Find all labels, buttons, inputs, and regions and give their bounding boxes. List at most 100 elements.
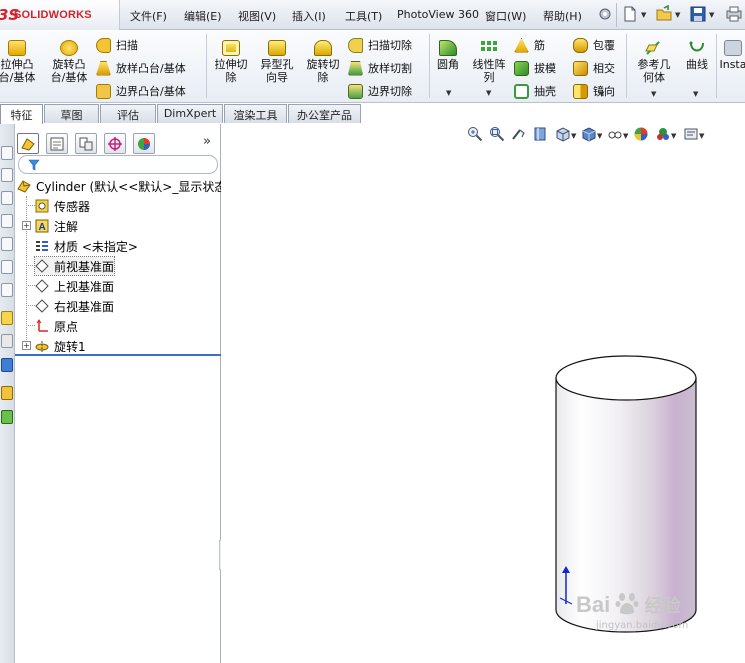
refgeom-dropdown-caret[interactable]: ▼ (651, 90, 656, 98)
extruded-cut-button[interactable]: 拉伸切 除 (210, 40, 252, 84)
reference-geometry-button[interactable]: 参考几 何体 (632, 40, 676, 84)
tree-item-origin[interactable]: 原点 (35, 317, 78, 335)
tree-item-top-plane[interactable]: 上视基准面 (35, 277, 114, 295)
tab-office-products[interactable]: 办公室产品 (288, 104, 361, 123)
configurationmanager-tab[interactable] (75, 133, 97, 154)
menu-edit[interactable]: 编辑(E) (184, 8, 222, 24)
view-iso-icon[interactable] (1, 283, 13, 297)
boundary-cut-button[interactable]: 边界切除 (348, 81, 412, 101)
fillet-button[interactable]: 圆角 (432, 40, 464, 71)
tree-item-sensors[interactable]: 传感器 (35, 197, 90, 215)
features-dropdown-caret[interactable]: ▼ (599, 90, 604, 98)
print-icon[interactable] (726, 5, 742, 23)
intersect-button[interactable]: 相交 (573, 58, 615, 78)
menu-tools[interactable]: 工具(T) (345, 8, 382, 24)
reference-geometry-icon (645, 41, 660, 55)
revolved-boss-button[interactable]: 旋转凸 台/基体 (44, 40, 94, 84)
new-dropdown-caret[interactable]: ▼ (641, 11, 646, 19)
view-orientation-icon[interactable] (555, 126, 571, 142)
extruded-boss-button[interactable]: 拉伸凸 台/基体 (0, 40, 40, 84)
expand-revolve-toggle[interactable]: + (22, 341, 31, 350)
rib-button[interactable]: 筋 (514, 35, 545, 55)
curves-dropdown-caret[interactable]: ▼ (693, 90, 698, 98)
smart-dimension-icon[interactable] (1, 334, 13, 348)
boundary-boss-button[interactable]: 边界凸台/基体 (96, 81, 186, 101)
new-document-icon[interactable] (622, 5, 638, 23)
pin-icon[interactable] (597, 5, 613, 23)
shell-icon (514, 83, 529, 99)
hide-show-caret[interactable]: ▼ (623, 132, 628, 140)
view-bottom-icon[interactable] (1, 260, 13, 274)
loft-boss-button[interactable]: 放样凸台/基体 (96, 58, 186, 78)
edit-appearance-icon[interactable] (633, 126, 649, 142)
expand-annotations-toggle[interactable]: + (22, 221, 31, 230)
tab-sketch[interactable]: 草图 (44, 104, 99, 123)
dimxpert-manager-tab[interactable] (104, 133, 126, 154)
mirror-button[interactable]: 镜向 (573, 81, 615, 101)
watermark-url: jingyan.baidu.com (596, 620, 689, 631)
apply-scene-caret[interactable]: ▼ (671, 132, 676, 140)
tab-features[interactable]: 特征 (0, 104, 43, 125)
swept-cut-button[interactable]: 扫描切除 (348, 35, 412, 55)
instant3d-button[interactable]: Insta (718, 40, 745, 71)
display-style-caret[interactable]: ▼ (597, 132, 602, 140)
view-back-icon[interactable] (1, 237, 13, 251)
tree-filter-input[interactable] (18, 155, 218, 174)
design-library-icon[interactable] (1, 410, 13, 424)
shell-button[interactable]: 抽壳 (514, 81, 556, 101)
menu-file[interactable]: 文件(F) (130, 8, 167, 24)
zoom-to-area-icon[interactable] (489, 126, 505, 142)
menu-photoview[interactable]: PhotoView 360 (397, 8, 479, 21)
tab-evaluate[interactable]: 评估 (100, 104, 156, 123)
linear-pattern-button[interactable]: 线性阵 列 (467, 40, 511, 84)
draft-button[interactable]: 拔模 (514, 58, 556, 78)
library-icon[interactable] (1, 386, 13, 400)
tab-dimxpert[interactable]: DimXpert (157, 104, 223, 123)
view-settings-caret[interactable]: ▼ (699, 132, 704, 140)
tree-item-revolve1[interactable]: 旋转1 (35, 337, 86, 355)
sketch-tool-icon[interactable] (1, 311, 13, 325)
view-front-icon[interactable] (1, 168, 13, 182)
open-folder-icon[interactable] (656, 5, 672, 23)
display-style-icon[interactable] (581, 126, 597, 142)
open-dropdown-caret[interactable]: ▼ (675, 11, 680, 19)
view-right-icon[interactable] (1, 214, 13, 228)
menu-view[interactable]: 视图(V) (238, 8, 276, 24)
graphics-area[interactable]: ▼ ▼ ▼ ▼ ▼ Bai 经验 jingyan.baidu.com (221, 124, 745, 663)
pattern-dropdown-caret[interactable]: ▼ (486, 89, 491, 97)
tree-item-material[interactable]: 材质 <未指定> (35, 237, 138, 255)
featuremanager-tab[interactable] (17, 133, 39, 154)
zoom-to-fit-icon[interactable] (467, 126, 483, 142)
hide-show-items-icon[interactable] (607, 126, 623, 142)
wrap-button[interactable]: 包覆 (573, 35, 615, 55)
menu-insert[interactable]: 插入(I) (292, 8, 326, 24)
fillet-dropdown-caret[interactable]: ▼ (446, 89, 451, 97)
sweep-button[interactable]: 扫描 (96, 35, 138, 55)
apply-scene-icon[interactable] (655, 126, 671, 142)
tree-item-right-plane[interactable]: 右视基准面 (35, 297, 114, 315)
revolved-boss-icon (60, 40, 78, 56)
tree-item-front-plane[interactable]: 前视基准面 (33, 256, 116, 276)
save-dropdown-caret[interactable]: ▼ (709, 11, 714, 19)
display-manager-tab[interactable] (133, 133, 155, 154)
curves-button[interactable]: 曲线 (680, 40, 714, 71)
solidworks-logo[interactable]: 3S SOLIDWORKS (0, 0, 120, 30)
save-icon[interactable] (690, 5, 706, 23)
lofted-cut-button[interactable]: 放样切割 (348, 58, 412, 78)
view-settings-icon[interactable] (683, 126, 699, 142)
more-tabs-chevron[interactable]: » (203, 134, 211, 149)
view-orientation-caret[interactable]: ▼ (571, 132, 576, 140)
hole-wizard-button[interactable]: 异型孔 向导 (255, 40, 299, 84)
view-top-icon[interactable] (1, 191, 13, 205)
tab-render-tools[interactable]: 渲染工具 (224, 104, 287, 123)
view-orientation-icon[interactable] (1, 146, 13, 160)
section-view-icon[interactable] (533, 126, 549, 142)
menu-window[interactable]: 窗口(W) (485, 8, 526, 24)
revolved-cut-button[interactable]: 旋转切 除 (302, 40, 344, 84)
menu-help[interactable]: 帮助(H) (543, 8, 582, 24)
previous-view-icon[interactable] (511, 126, 527, 142)
tree-root-part[interactable]: Cylinder (默认<<默认>_显示状态 (17, 177, 226, 195)
propertymanager-tab[interactable] (46, 133, 68, 154)
relations-icon[interactable] (1, 358, 13, 372)
tree-item-annotations[interactable]: A 注解 (35, 217, 78, 235)
